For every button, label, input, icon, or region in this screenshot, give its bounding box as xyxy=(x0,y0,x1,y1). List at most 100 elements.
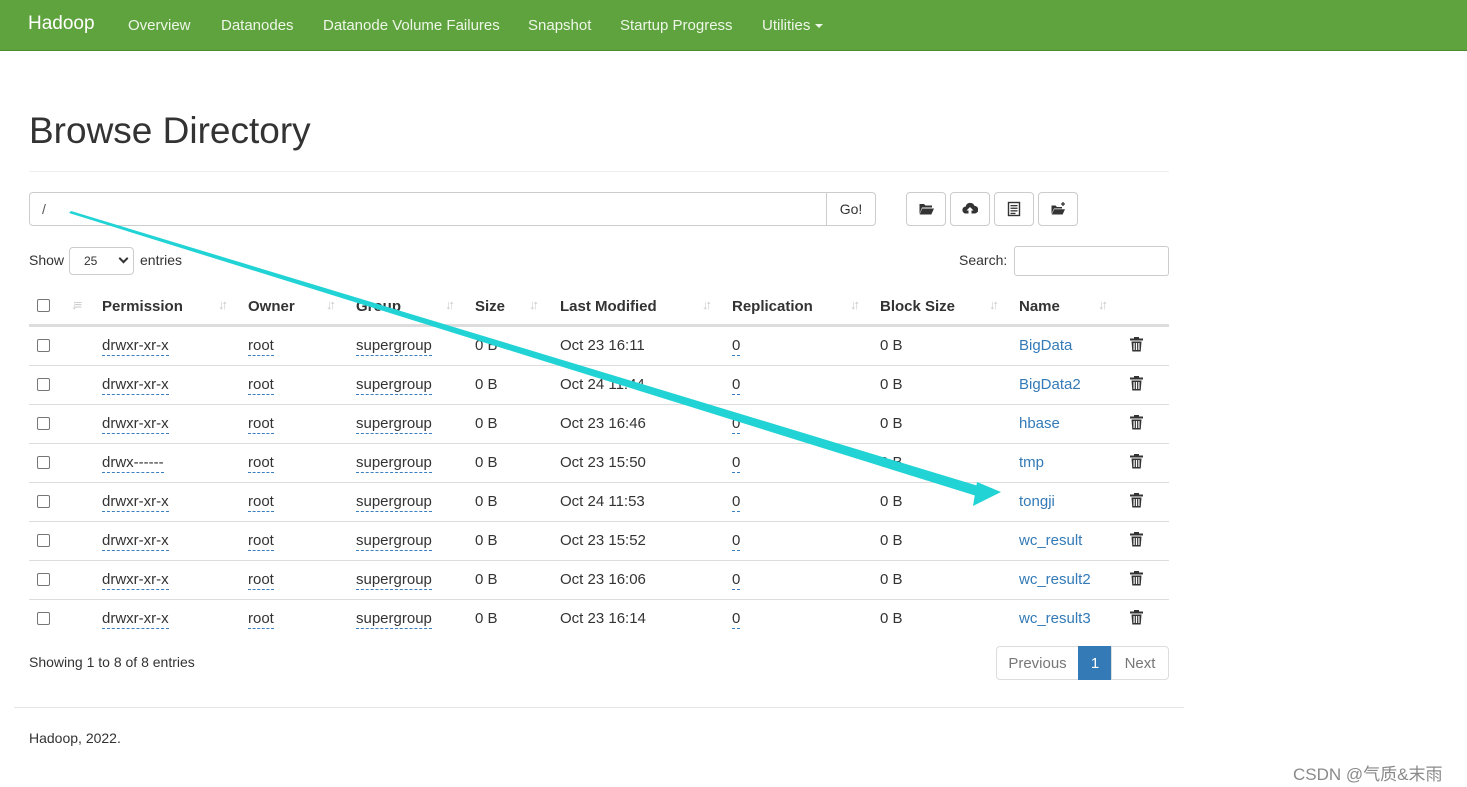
cell-owner[interactable]: root xyxy=(248,415,274,434)
row-checkbox[interactable] xyxy=(37,456,50,469)
next-page-button[interactable]: Next xyxy=(1111,646,1169,680)
create-folder-button[interactable] xyxy=(1038,192,1078,226)
upload-button[interactable] xyxy=(950,192,990,226)
list-icon xyxy=(1007,201,1021,217)
column-header-permission[interactable]: Permission xyxy=(102,298,183,315)
list-view-button[interactable] xyxy=(994,192,1034,226)
cell-block-size: 0 B xyxy=(880,337,903,354)
sort-icon[interactable]: ↓↑ xyxy=(326,297,336,312)
cell-group[interactable]: supergroup xyxy=(356,454,432,473)
cell-group[interactable]: supergroup xyxy=(356,610,432,629)
cell-owner[interactable]: root xyxy=(248,454,274,473)
cell-permission[interactable]: drwxr-xr-x xyxy=(102,337,169,356)
cell-replication[interactable]: 0 xyxy=(732,571,741,590)
cell-replication[interactable]: 0 xyxy=(732,376,741,395)
cell-permission[interactable]: drwxr-xr-x xyxy=(102,610,169,629)
cell-name-link[interactable]: wc_result2 xyxy=(1019,571,1091,588)
cell-group[interactable]: supergroup xyxy=(356,493,432,512)
table-row: drwxr-xr-x root supergroup 0 B Oct 23 16:06 0… xyxy=(29,560,1169,599)
brand-link[interactable]: Hadoop xyxy=(28,13,95,35)
cell-group[interactable]: supergroup xyxy=(356,376,432,395)
column-header-last-modified[interactable]: Last Modified xyxy=(560,298,657,315)
sort-icon[interactable]: ↓↑ xyxy=(989,297,999,312)
entries-per-page-select[interactable]: 25 xyxy=(69,247,134,275)
cell-group[interactable]: supergroup xyxy=(356,415,432,434)
sort-icon[interactable]: ↓≡ xyxy=(71,297,82,312)
cell-name-link[interactable]: tongji xyxy=(1019,493,1055,510)
nav-datanode-volume-failures[interactable]: Datanode Volume Failures xyxy=(323,17,500,34)
cell-permission[interactable]: drwx------ xyxy=(102,454,164,473)
row-checkbox[interactable] xyxy=(37,612,50,625)
row-checkbox[interactable] xyxy=(37,534,50,547)
cell-owner[interactable]: root xyxy=(248,610,274,629)
column-header-name[interactable]: Name xyxy=(1019,298,1060,315)
sort-icon[interactable]: ↓↑ xyxy=(1098,297,1108,312)
cell-group[interactable]: supergroup xyxy=(356,571,432,590)
trash-icon[interactable] xyxy=(1130,415,1143,430)
nav-startup-progress[interactable]: Startup Progress xyxy=(620,17,733,34)
row-checkbox[interactable] xyxy=(37,417,50,430)
cell-permission[interactable]: drwxr-xr-x xyxy=(102,376,169,395)
cell-owner[interactable]: root xyxy=(248,571,274,590)
nav-datanodes[interactable]: Datanodes xyxy=(221,17,294,34)
cell-replication[interactable]: 0 xyxy=(732,493,741,512)
table-row: drwxr-xr-x root supergroup 0 B Oct 23 16:11 0… xyxy=(29,326,1169,365)
browse-folder-button[interactable] xyxy=(906,192,946,226)
cell-replication[interactable]: 0 xyxy=(732,454,741,473)
cell-group[interactable]: supergroup xyxy=(356,532,432,551)
sort-icon[interactable]: ↓↑ xyxy=(445,297,455,312)
chevron-down-icon xyxy=(118,253,129,264)
row-checkbox[interactable] xyxy=(37,495,50,508)
column-header-replication[interactable]: Replication xyxy=(732,298,813,315)
column-header-block-size[interactable]: Block Size xyxy=(880,298,955,315)
trash-icon[interactable] xyxy=(1130,610,1143,625)
column-header-group[interactable]: Group xyxy=(356,298,401,315)
cell-replication[interactable]: 0 xyxy=(732,532,741,551)
cell-name-link[interactable]: wc_result3 xyxy=(1019,610,1091,627)
cell-block-size: 0 B xyxy=(880,493,903,510)
sort-icon[interactable]: ↓↑ xyxy=(529,297,539,312)
trash-icon[interactable] xyxy=(1130,454,1143,469)
nav-utilities-dropdown[interactable]: Utilities xyxy=(762,17,824,34)
search-input[interactable] xyxy=(1014,246,1169,276)
cell-owner[interactable]: root xyxy=(248,532,274,551)
column-header-size[interactable]: Size xyxy=(475,298,505,315)
trash-icon[interactable] xyxy=(1130,337,1143,352)
row-checkbox[interactable] xyxy=(37,339,50,352)
cell-replication[interactable]: 0 xyxy=(732,415,741,434)
sort-icon[interactable]: ↓↑ xyxy=(218,297,228,312)
cell-owner[interactable]: root xyxy=(248,493,274,512)
directory-path-input[interactable] xyxy=(29,192,827,226)
row-checkbox[interactable] xyxy=(37,378,50,391)
cell-name-link[interactable]: BigData xyxy=(1019,337,1072,354)
cell-permission[interactable]: drwxr-xr-x xyxy=(102,493,169,512)
cell-group[interactable]: supergroup xyxy=(356,337,432,356)
cell-name-link[interactable]: tmp xyxy=(1019,454,1044,471)
cell-replication[interactable]: 0 xyxy=(732,337,741,356)
nav-snapshot[interactable]: Snapshot xyxy=(528,17,591,34)
go-button[interactable]: Go! xyxy=(826,192,876,226)
row-checkbox[interactable] xyxy=(37,573,50,586)
cell-name-link[interactable]: BigData2 xyxy=(1019,376,1081,393)
trash-icon[interactable] xyxy=(1130,571,1143,586)
cell-permission[interactable]: drwxr-xr-x xyxy=(102,571,169,590)
sort-icon[interactable]: ↓↑ xyxy=(850,297,860,312)
nav-overview[interactable]: Overview xyxy=(128,17,191,34)
upload-icon xyxy=(962,202,978,214)
column-header-owner[interactable]: Owner xyxy=(248,298,295,315)
trash-icon[interactable] xyxy=(1130,532,1143,547)
trash-icon[interactable] xyxy=(1130,376,1143,391)
sort-icon[interactable]: ↓↑ xyxy=(702,297,712,312)
previous-page-button[interactable]: Previous xyxy=(996,646,1079,680)
trash-icon[interactable] xyxy=(1130,493,1143,508)
cell-permission[interactable]: drwxr-xr-x xyxy=(102,532,169,551)
cell-owner[interactable]: root xyxy=(248,376,274,395)
cell-owner[interactable]: root xyxy=(248,337,274,356)
cell-permission[interactable]: drwxr-xr-x xyxy=(102,415,169,434)
select-all-checkbox[interactable] xyxy=(37,299,50,312)
page-1-button[interactable]: 1 xyxy=(1078,646,1112,680)
cell-replication[interactable]: 0 xyxy=(732,610,741,629)
cell-name-link[interactable]: wc_result xyxy=(1019,532,1082,549)
cell-name-link[interactable]: hbase xyxy=(1019,415,1060,432)
cell-last-modified: Oct 23 16:11 xyxy=(560,337,645,354)
